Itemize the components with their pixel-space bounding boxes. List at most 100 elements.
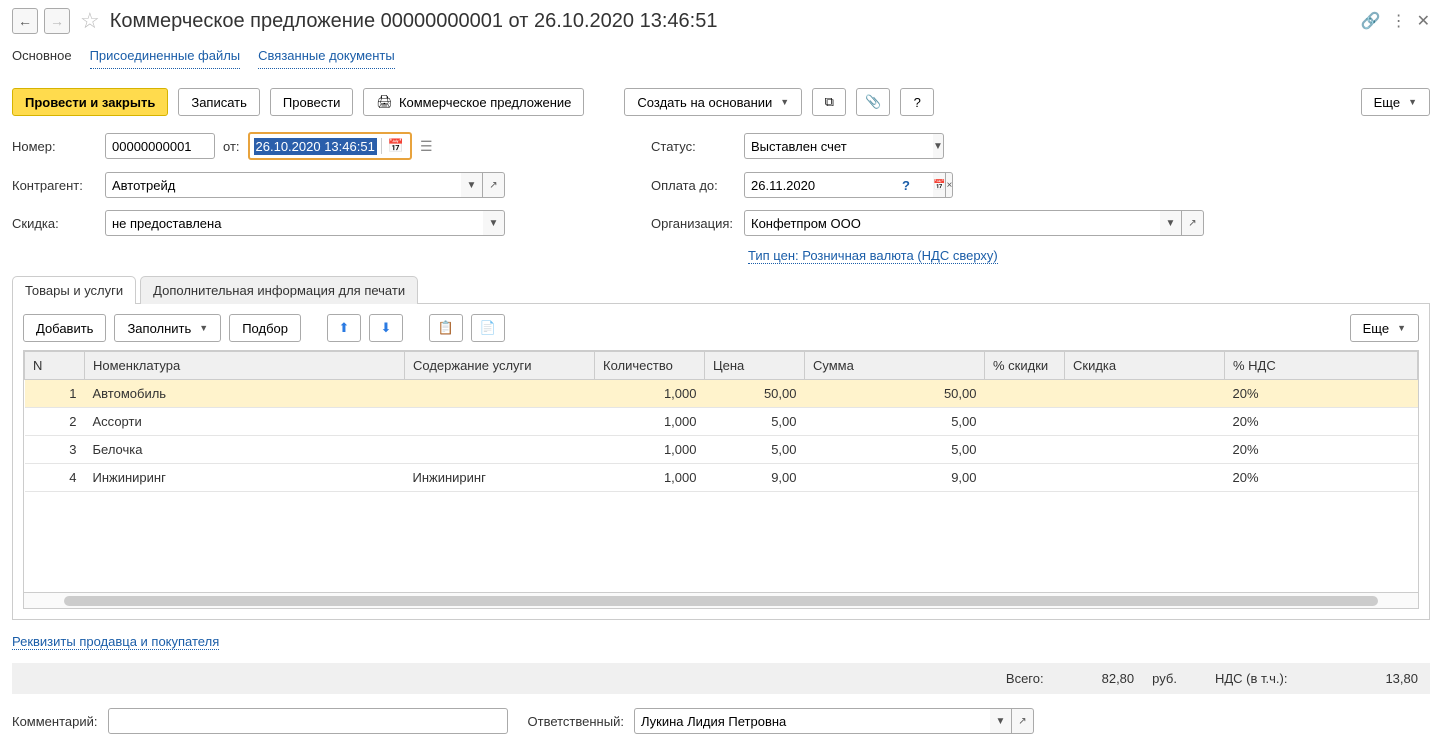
paste-button[interactable]: 📄 bbox=[471, 314, 505, 342]
cell-disc-pct[interactable] bbox=[985, 464, 1065, 492]
add-row-button[interactable]: Добавить bbox=[23, 314, 106, 342]
link-icon[interactable]: 🔗 bbox=[1361, 11, 1381, 31]
cell-vat[interactable]: 20% bbox=[1225, 436, 1418, 464]
cell-nomen[interactable]: Автомобиль bbox=[85, 380, 405, 408]
attachment-button[interactable]: 📎 bbox=[856, 88, 890, 116]
cell-vat[interactable]: 20% bbox=[1225, 408, 1418, 436]
save-button[interactable]: Записать bbox=[178, 88, 260, 116]
tab-related-docs[interactable]: Связанные документы bbox=[258, 44, 395, 69]
nav-forward-button[interactable]: → bbox=[44, 8, 70, 34]
cell-qty[interactable]: 1,000 bbox=[595, 380, 705, 408]
cell-content[interactable] bbox=[405, 436, 595, 464]
cell-vat[interactable]: 20% bbox=[1225, 380, 1418, 408]
copy-button[interactable]: 📋 bbox=[429, 314, 463, 342]
contractor-dropdown-button[interactable]: ▼ bbox=[461, 172, 483, 198]
paydue-calendar-button[interactable]: 📅 bbox=[933, 172, 946, 198]
cell-sum[interactable]: 5,00 bbox=[805, 436, 985, 464]
fill-button[interactable]: Заполнить ▼ bbox=[114, 314, 221, 342]
number-input[interactable] bbox=[105, 133, 215, 159]
discount-dropdown-button[interactable]: ▼ bbox=[483, 210, 505, 236]
comment-input[interactable] bbox=[108, 708, 508, 734]
cell-price[interactable]: 50,00 bbox=[705, 380, 805, 408]
responsible-dropdown-button[interactable]: ▼ bbox=[990, 708, 1012, 734]
col-disc[interactable]: Скидка bbox=[1065, 352, 1225, 380]
cell-disc-pct[interactable] bbox=[985, 436, 1065, 464]
pick-button[interactable]: Подбор bbox=[229, 314, 301, 342]
table-more-button[interactable]: Еще ▼ bbox=[1350, 314, 1419, 342]
cell-n[interactable]: 1 bbox=[25, 380, 85, 408]
table-row[interactable]: 1Автомобиль1,00050,0050,0020% bbox=[25, 380, 1418, 408]
org-input[interactable] bbox=[744, 210, 1160, 236]
date-input[interactable]: 26.10.2020 13:46:51 📅 bbox=[248, 132, 412, 160]
responsible-input[interactable] bbox=[634, 708, 990, 734]
col-content[interactable]: Содержание услуги bbox=[405, 352, 595, 380]
cell-qty[interactable]: 1,000 bbox=[595, 436, 705, 464]
col-qty[interactable]: Количество bbox=[595, 352, 705, 380]
horizontal-scrollbar[interactable] bbox=[24, 592, 1418, 608]
status-dropdown-button[interactable]: ▼ bbox=[933, 133, 944, 159]
favorite-star-icon[interactable]: ☆ bbox=[80, 8, 100, 34]
cell-n[interactable]: 4 bbox=[25, 464, 85, 492]
tab-main[interactable]: Основное bbox=[12, 44, 72, 69]
cell-nomen[interactable]: Инжиниринг bbox=[85, 464, 405, 492]
seller-buyer-details-link[interactable]: Реквизиты продавца и покупателя bbox=[12, 634, 219, 650]
cell-content[interactable] bbox=[405, 380, 595, 408]
cell-disc[interactable] bbox=[1065, 380, 1225, 408]
cell-price[interactable]: 5,00 bbox=[705, 408, 805, 436]
post-and-close-button[interactable]: Провести и закрыть bbox=[12, 88, 168, 116]
cell-disc[interactable] bbox=[1065, 408, 1225, 436]
cell-sum[interactable]: 5,00 bbox=[805, 408, 985, 436]
paydue-help-icon[interactable]: ? bbox=[902, 178, 910, 193]
cell-n[interactable]: 2 bbox=[25, 408, 85, 436]
col-n[interactable]: N bbox=[25, 352, 85, 380]
goods-table[interactable]: N Номенклатура Содержание услуги Количес… bbox=[24, 351, 1418, 492]
cell-sum[interactable]: 50,00 bbox=[805, 380, 985, 408]
cell-nomen[interactable]: Белочка bbox=[85, 436, 405, 464]
cell-nomen[interactable]: Ассорти bbox=[85, 408, 405, 436]
contractor-input[interactable] bbox=[105, 172, 461, 198]
cell-qty[interactable]: 1,000 bbox=[595, 408, 705, 436]
toolbar-more-button[interactable]: Еще ▼ bbox=[1361, 88, 1430, 116]
col-price[interactable]: Цена bbox=[705, 352, 805, 380]
close-icon[interactable]: ✕ bbox=[1417, 11, 1430, 31]
cell-disc[interactable] bbox=[1065, 464, 1225, 492]
cell-price[interactable]: 5,00 bbox=[705, 436, 805, 464]
cell-n[interactable]: 3 bbox=[25, 436, 85, 464]
org-dropdown-button[interactable]: ▼ bbox=[1160, 210, 1182, 236]
nav-back-button[interactable]: ← bbox=[12, 8, 38, 34]
col-sum[interactable]: Сумма bbox=[805, 352, 985, 380]
price-type-link[interactable]: Тип цен: Розничная валюта (НДС сверху) bbox=[748, 248, 998, 264]
tab-attached-files[interactable]: Присоединенные файлы bbox=[90, 44, 241, 69]
paydue-clear-button[interactable]: × bbox=[946, 172, 953, 198]
cell-price[interactable]: 9,00 bbox=[705, 464, 805, 492]
col-vat[interactable]: % НДС bbox=[1225, 352, 1418, 380]
create-on-basis-button[interactable]: Создать на основании ▼ bbox=[624, 88, 802, 116]
col-nomen[interactable]: Номенклатура bbox=[85, 352, 405, 380]
calendar-icon[interactable]: 📅 bbox=[381, 138, 410, 154]
table-row[interactable]: 4ИнжинирингИнжиниринг1,0009,009,0020% bbox=[25, 464, 1418, 492]
status-input[interactable] bbox=[744, 133, 933, 159]
help-button[interactable]: ? bbox=[900, 88, 934, 116]
table-row[interactable]: 2Ассорти1,0005,005,0020% bbox=[25, 408, 1418, 436]
cell-disc[interactable] bbox=[1065, 436, 1225, 464]
list-icon[interactable]: ☰ bbox=[420, 138, 433, 155]
tab-print-info[interactable]: Дополнительная информация для печати bbox=[140, 276, 418, 304]
move-up-button[interactable]: ⬆ bbox=[327, 314, 361, 342]
print-offer-button[interactable]: 🖨 Коммерческое предложение bbox=[363, 88, 584, 116]
org-open-button[interactable]: ↗ bbox=[1182, 210, 1204, 236]
cell-disc-pct[interactable] bbox=[985, 380, 1065, 408]
contractor-open-button[interactable]: ↗ bbox=[483, 172, 505, 198]
table-row[interactable]: 3Белочка1,0005,005,0020% bbox=[25, 436, 1418, 464]
more-vert-icon[interactable]: ⋮ bbox=[1391, 11, 1407, 31]
move-down-button[interactable]: ⬇ bbox=[369, 314, 403, 342]
post-button[interactable]: Провести bbox=[270, 88, 354, 116]
cell-content[interactable]: Инжиниринг bbox=[405, 464, 595, 492]
responsible-open-button[interactable]: ↗ bbox=[1012, 708, 1034, 734]
tab-goods-services[interactable]: Товары и услуги bbox=[12, 276, 136, 304]
col-disc-pct[interactable]: % скидки bbox=[985, 352, 1065, 380]
cell-sum[interactable]: 9,00 bbox=[805, 464, 985, 492]
discount-input[interactable] bbox=[105, 210, 483, 236]
cell-content[interactable] bbox=[405, 408, 595, 436]
structure-button[interactable]: ⧉ bbox=[812, 88, 846, 116]
cell-qty[interactable]: 1,000 bbox=[595, 464, 705, 492]
